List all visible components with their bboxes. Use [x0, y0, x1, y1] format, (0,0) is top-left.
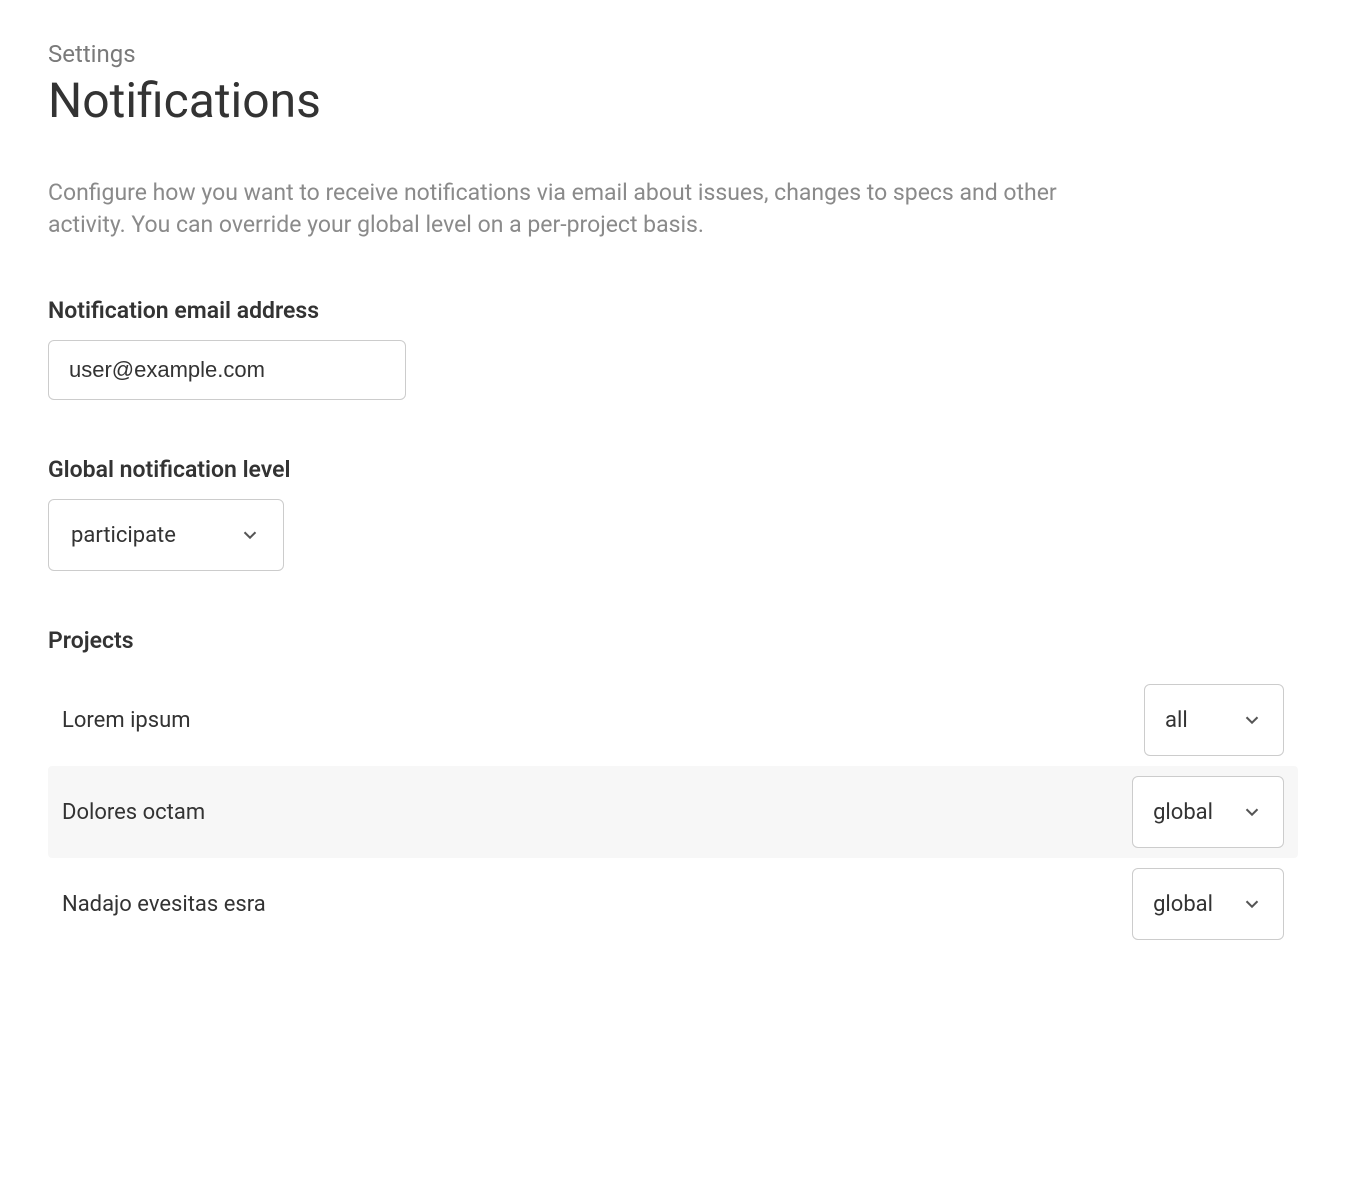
project-name: Nadajo evesitas esra [62, 892, 266, 917]
global-level-value: participate [71, 523, 176, 548]
project-level-value: all [1165, 708, 1188, 733]
projects-list: Lorem ipsum all Dolores octam global Nad… [48, 674, 1298, 950]
breadcrumb: Settings [48, 40, 1298, 68]
project-name: Lorem ipsum [62, 708, 191, 733]
global-level-dropdown[interactable]: participate [48, 499, 284, 571]
project-row: Dolores octam global [48, 766, 1298, 858]
email-label: Notification email address [48, 297, 1298, 324]
project-level-dropdown[interactable]: global [1132, 868, 1284, 940]
projects-section: Projects Lorem ipsum all Dolores octam g… [48, 627, 1298, 950]
project-level-dropdown[interactable]: global [1132, 776, 1284, 848]
project-row: Lorem ipsum all [48, 674, 1298, 766]
page-description: Configure how you want to receive notifi… [48, 177, 1088, 241]
global-level-label: Global notification level [48, 456, 1298, 483]
chevron-down-icon [1241, 709, 1263, 731]
project-row: Nadajo evesitas esra global [48, 858, 1298, 950]
project-level-value: global [1153, 892, 1213, 917]
project-name: Dolores octam [62, 800, 205, 825]
page-title: Notifications [48, 72, 1298, 129]
project-level-value: global [1153, 800, 1213, 825]
project-level-dropdown[interactable]: all [1144, 684, 1284, 756]
email-section: Notification email address [48, 297, 1298, 400]
global-level-section: Global notification level participate [48, 456, 1298, 571]
email-input[interactable] [48, 340, 406, 400]
chevron-down-icon [1241, 893, 1263, 915]
chevron-down-icon [1241, 801, 1263, 823]
projects-label: Projects [48, 627, 1298, 654]
chevron-down-icon [239, 524, 261, 546]
